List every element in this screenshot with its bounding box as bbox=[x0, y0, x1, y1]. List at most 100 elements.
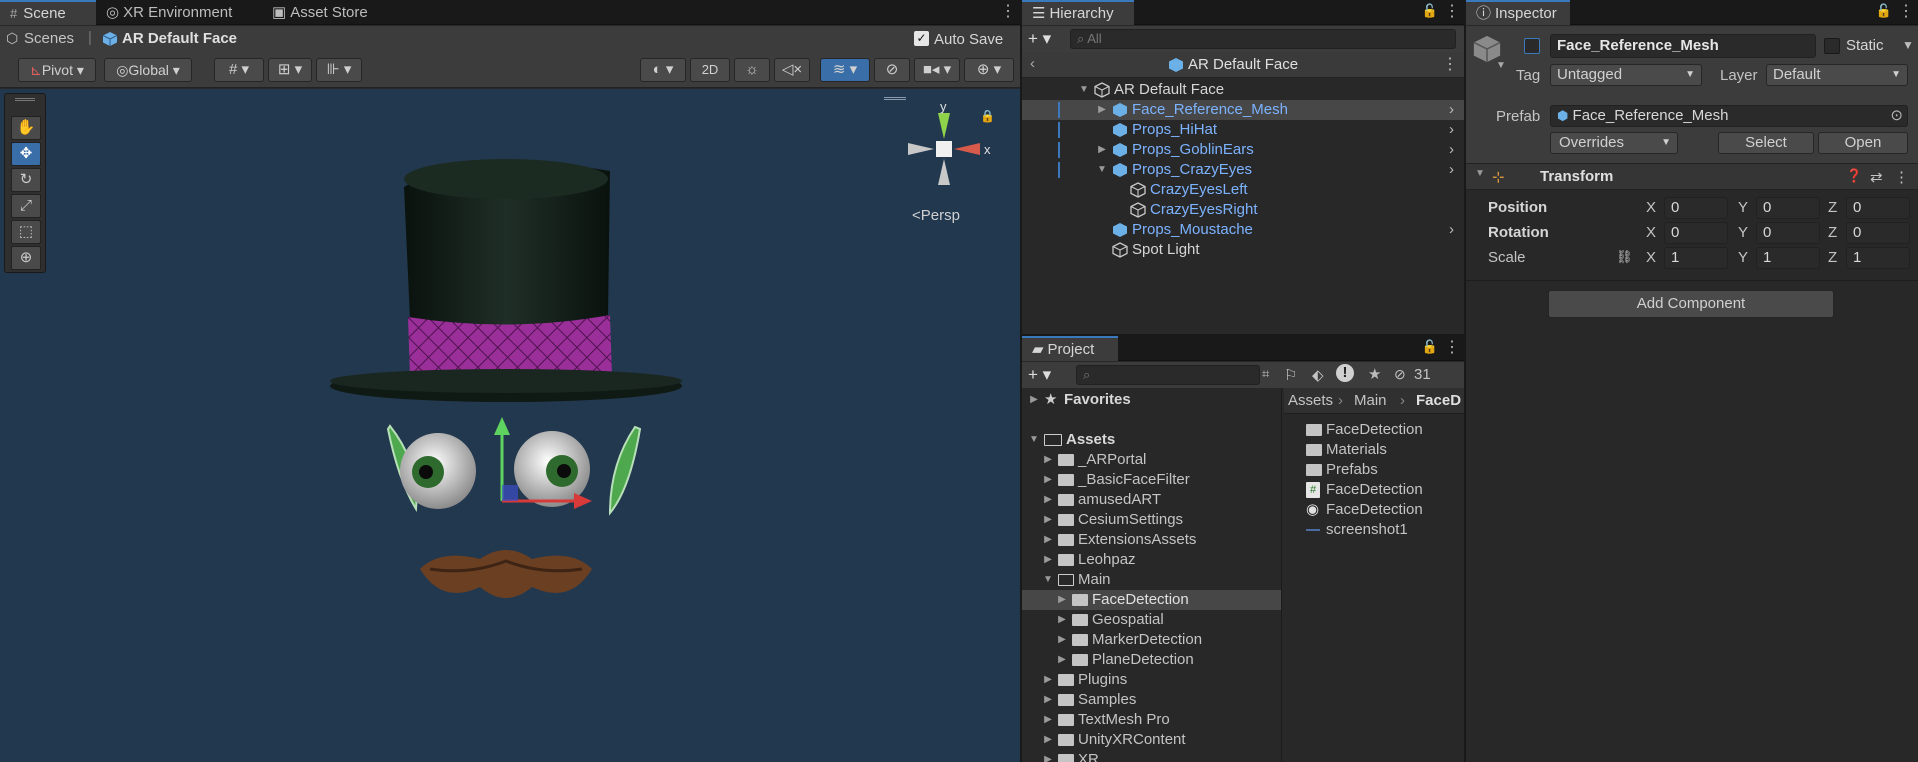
breadcrumb-root[interactable]: Scenes bbox=[24, 30, 74, 47]
icon-dropdown-arrow[interactable]: ▼ bbox=[1496, 60, 1506, 71]
folder-row[interactable]: ▶ _ARPortal bbox=[1022, 450, 1281, 470]
project-menu-icon[interactable]: ⋮ bbox=[1444, 338, 1460, 358]
inspector-menu-icon[interactable]: ⋮ bbox=[1898, 2, 1914, 22]
folder-row[interactable]: ▶ Leohpaz bbox=[1022, 550, 1281, 570]
tag-dropdown[interactable]: Untagged ▼ bbox=[1550, 64, 1702, 86]
ruler-dropdown[interactable]: ⊪ ▾ bbox=[316, 58, 362, 82]
constrain-proportions-icon[interactable]: ⛓ bbox=[1616, 249, 1633, 265]
open-prefab-button[interactable]: Open bbox=[1818, 132, 1908, 154]
create-plus-button[interactable]: + ▾ bbox=[1028, 29, 1051, 49]
rotation-y-field[interactable]: 0 bbox=[1756, 222, 1820, 244]
preset-icon[interactable]: ⇄ bbox=[1870, 168, 1883, 186]
warning-filter-icon[interactable]: ! bbox=[1336, 364, 1354, 382]
transform-header[interactable]: ▼ ⊹ Transform ❓ ⇄ ⋮ bbox=[1466, 164, 1918, 190]
add-component-button[interactable]: Add Component bbox=[1548, 290, 1834, 318]
tree-row[interactable]: Props_Moustache › bbox=[1022, 220, 1464, 240]
path-segment[interactable]: Assets bbox=[1288, 392, 1333, 409]
folder-row[interactable]: ▶ ExtensionsAssets bbox=[1022, 530, 1281, 550]
hierarchy-menu-icon[interactable]: ⋮ bbox=[1444, 2, 1460, 22]
layer-dropdown[interactable]: Default ▼ bbox=[1766, 64, 1908, 86]
increment-snap-dropdown[interactable]: ⊞ ▾ bbox=[268, 58, 312, 82]
open-prefab-chevron-icon[interactable]: › bbox=[1449, 160, 1454, 180]
object-picker-icon[interactable]: ⊙ bbox=[1890, 106, 1903, 126]
label-filter-icon[interactable]: ⬖ bbox=[1312, 366, 1324, 384]
object-name-field[interactable]: Face_Reference_Mesh bbox=[1550, 34, 1816, 58]
hierarchy-lock-icon[interactable]: 🔓 bbox=[1422, 3, 1438, 19]
hierarchy-search-input[interactable]: ⌕ All bbox=[1070, 29, 1456, 49]
tree-row[interactable]: CrazyEyesLeft bbox=[1022, 180, 1464, 200]
type-filter-icon[interactable]: ⚐ bbox=[1284, 366, 1297, 384]
tab-inspector[interactable]: ⓘ Inspector bbox=[1466, 0, 1570, 25]
expand-right-icon[interactable]: ▶ bbox=[1042, 710, 1054, 730]
tree-row[interactable]: ▶ Face_Reference_Mesh › bbox=[1022, 100, 1464, 120]
expand-right-icon[interactable]: ▶ bbox=[1042, 670, 1054, 690]
tab-xr-environment[interactable]: ◎ XR Environment bbox=[96, 0, 256, 25]
gizmos-dropdown[interactable]: ⊕ ▾ bbox=[964, 58, 1014, 82]
tree-row[interactable]: Props_HiHat › bbox=[1022, 120, 1464, 140]
open-prefab-chevron-icon[interactable]: › bbox=[1449, 100, 1454, 120]
tree-row[interactable]: Spot Light bbox=[1022, 240, 1464, 260]
folder-row[interactable]: ▼ Main bbox=[1022, 570, 1281, 590]
audio-toggle[interactable]: ◁× bbox=[774, 58, 810, 82]
folder-row[interactable]: ▶ Geospatial bbox=[1022, 610, 1281, 630]
tree-row[interactable]: ▶ Props_GoblinEars › bbox=[1022, 140, 1464, 160]
expand-right-icon[interactable]: ▶ bbox=[1042, 750, 1054, 762]
expand-right-icon[interactable]: ▶ bbox=[1042, 450, 1054, 470]
search-scope-icon[interactable]: ⌗ bbox=[1262, 366, 1269, 382]
assets-row[interactable]: ▼ Assets bbox=[1022, 430, 1281, 450]
favorite-star-icon[interactable]: ★ bbox=[1368, 365, 1381, 383]
gizmo-lock-icon[interactable]: 🔒 bbox=[980, 109, 995, 123]
expand-right-icon[interactable]: ▶ bbox=[1056, 650, 1068, 670]
tab-hierarchy[interactable]: ☰ Hierarchy bbox=[1022, 0, 1134, 25]
asset-item[interactable]: Materials bbox=[1284, 440, 1464, 460]
folder-row[interactable]: ▶ TextMesh Pro bbox=[1022, 710, 1281, 730]
expand-right-icon[interactable]: ▶ bbox=[1042, 730, 1054, 750]
prefab-header-menu-icon[interactable]: ⋮ bbox=[1442, 55, 1458, 75]
expand-right-icon[interactable]: ▶ bbox=[1096, 100, 1108, 120]
visibility-toggle[interactable]: ⊘ bbox=[874, 58, 910, 82]
inspector-lock-icon[interactable]: 🔓 bbox=[1876, 3, 1892, 19]
rect-tool-button[interactable]: ⬚ bbox=[11, 220, 41, 244]
asset-item[interactable]: # FaceDetection bbox=[1284, 480, 1464, 500]
open-prefab-chevron-icon[interactable]: › bbox=[1449, 220, 1454, 240]
component-menu-icon[interactable]: ⋮ bbox=[1894, 168, 1909, 186]
active-checkbox[interactable] bbox=[1524, 38, 1540, 54]
tree-row[interactable]: ▼ AR Default Face bbox=[1022, 80, 1464, 100]
expand-down-icon[interactable]: ▼ bbox=[1078, 80, 1090, 100]
position-z-field[interactable]: 0 bbox=[1846, 197, 1910, 219]
asset-item[interactable]: FaceDetection bbox=[1284, 420, 1464, 440]
project-lock-icon[interactable]: 🔓 bbox=[1422, 339, 1438, 355]
global-dropdown[interactable]: ◎Global ▾ bbox=[104, 58, 192, 82]
open-prefab-chevron-icon[interactable]: › bbox=[1449, 140, 1454, 160]
pivot-dropdown[interactable]: ⊾Pivot ▾ bbox=[18, 58, 96, 82]
tree-row[interactable]: ▼ Props_CrazyEyes › bbox=[1022, 160, 1464, 180]
overrides-dropdown[interactable]: Overrides ▼ bbox=[1550, 132, 1678, 154]
tab-asset-store[interactable]: ▣ Asset Store bbox=[262, 0, 392, 25]
lighting-toggle[interactable]: ☼ bbox=[734, 58, 770, 82]
expand-down-icon[interactable]: ▼ bbox=[1028, 430, 1040, 450]
expand-right-icon[interactable]: ▶ bbox=[1028, 390, 1040, 410]
folder-row[interactable]: ▶ CesiumSettings bbox=[1022, 510, 1281, 530]
shading-mode-dropdown[interactable]: ◐ ▾ bbox=[640, 58, 686, 82]
camera-dropdown[interactable]: ■◂ ▾ bbox=[914, 58, 960, 82]
expand-right-icon[interactable]: ▶ bbox=[1096, 140, 1108, 160]
folder-row[interactable]: ▶ FaceDetection bbox=[1022, 590, 1281, 610]
scene-viewport[interactable]: ✋ ✥ ↻ ⤢ ⬚ ⊕ y x 🔒 <Persp bbox=[0, 89, 1020, 762]
help-icon[interactable]: ❓ bbox=[1846, 168, 1862, 184]
path-segment[interactable]: FaceD bbox=[1416, 392, 1461, 409]
rotation-z-field[interactable]: 0 bbox=[1846, 222, 1910, 244]
asset-item[interactable]: screenshot1 bbox=[1284, 520, 1464, 540]
hand-tool-button[interactable]: ✋ bbox=[11, 116, 41, 140]
palette-drag-handle[interactable] bbox=[15, 98, 35, 101]
expand-right-icon[interactable]: ▶ bbox=[1042, 490, 1054, 510]
auto-save-checkbox[interactable]: ✓ bbox=[914, 31, 929, 46]
select-prefab-button[interactable]: Select bbox=[1718, 132, 1814, 154]
folder-row[interactable]: ▶ MarkerDetection bbox=[1022, 630, 1281, 650]
scene-menu-icon[interactable]: ⋮ bbox=[1000, 2, 1016, 22]
tree-row[interactable]: CrazyEyesRight bbox=[1022, 200, 1464, 220]
persp-label[interactable]: <Persp bbox=[912, 207, 960, 224]
effects-toggle[interactable]: ≋ ▾ bbox=[820, 58, 870, 82]
grid-snap-dropdown[interactable]: # ▾ bbox=[214, 58, 264, 82]
overlay-handle[interactable] bbox=[884, 97, 906, 100]
back-chevron-icon[interactable]: ‹ bbox=[1030, 55, 1035, 72]
